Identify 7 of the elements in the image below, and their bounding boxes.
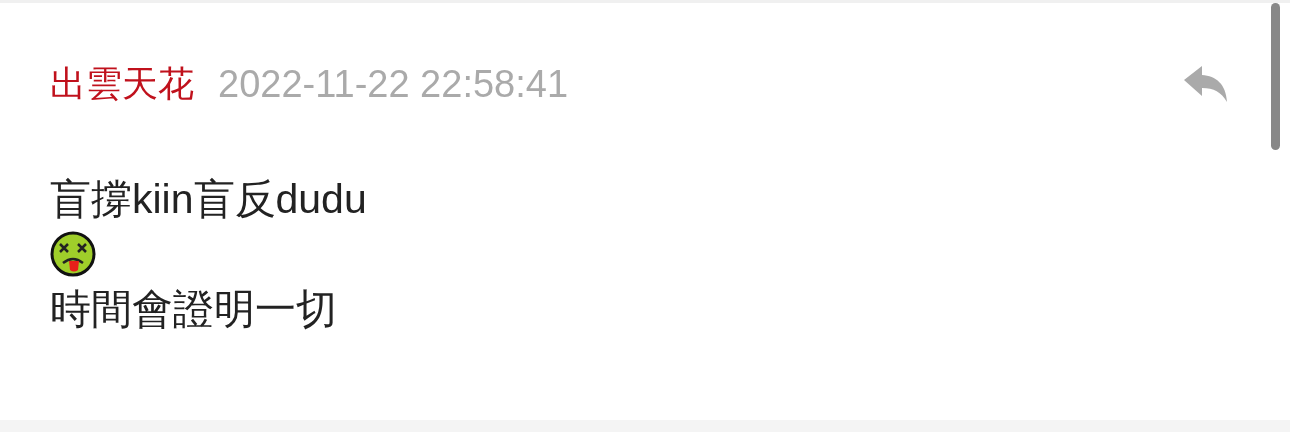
timestamp: 2022-11-22 22:58:41 <box>218 62 569 106</box>
comment-text: 時間會證明一切 <box>50 285 338 334</box>
sick-face-icon <box>50 231 96 277</box>
scrollbar[interactable] <box>1271 3 1280 150</box>
author-name[interactable]: 出雲天花 <box>50 59 194 109</box>
comment-text: 盲撐kiin盲反dudu <box>50 175 368 224</box>
reply-icon[interactable] <box>1184 66 1228 102</box>
